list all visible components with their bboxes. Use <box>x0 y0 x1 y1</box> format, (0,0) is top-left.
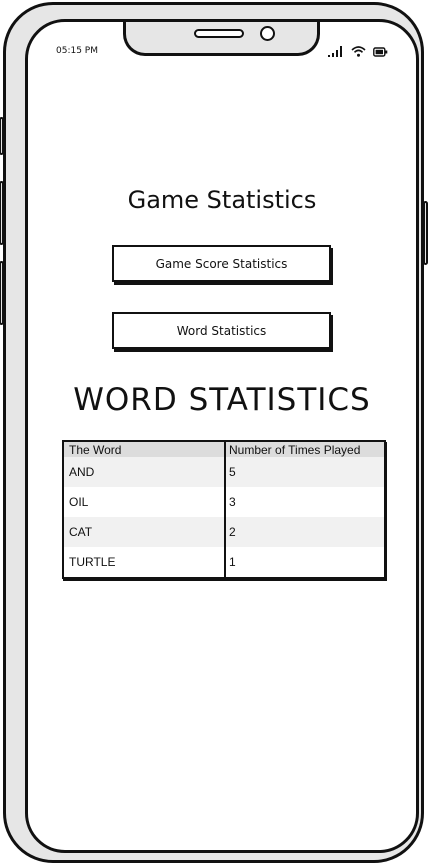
notch <box>123 22 320 56</box>
word-cell: OIL <box>64 487 226 517</box>
word-cell: TURTLE <box>64 547 226 577</box>
power-button <box>423 201 428 265</box>
volume-down-button <box>0 181 4 245</box>
times-played-cell: 3 <box>229 495 236 509</box>
speaker-grille <box>194 29 244 38</box>
column-header-word: The Word <box>64 442 226 457</box>
camera-icon <box>260 26 275 41</box>
wifi-icon <box>351 46 366 57</box>
column-header-times-played: Number of Times Played <box>229 442 361 457</box>
word-statistics-button[interactable]: Word Statistics <box>112 312 331 349</box>
word-statistics-table: The Word Number of Times Played AND 5 OI… <box>62 440 386 579</box>
times-played-cell: 5 <box>229 465 236 479</box>
table-row: AND 5 <box>64 457 384 487</box>
status-icons <box>328 45 388 57</box>
section-heading: WORD STATISTICS <box>73 382 371 418</box>
screen: 05:15 PM Game Statistics Game Score Stat… <box>25 19 419 853</box>
table-row: TURTLE 1 <box>64 547 384 577</box>
table-header-row: The Word Number of Times Played <box>64 442 384 457</box>
table-row: OIL 3 <box>64 487 384 517</box>
battery-icon <box>373 47 388 57</box>
volume-up-button <box>0 117 4 155</box>
mute-switch <box>0 261 4 325</box>
table-row: CAT 2 <box>64 517 384 547</box>
game-score-statistics-button[interactable]: Game Score Statistics <box>112 245 331 282</box>
times-played-cell: 1 <box>229 555 236 569</box>
times-played-cell: 2 <box>229 525 236 539</box>
word-cell: CAT <box>64 517 226 547</box>
signal-icon <box>328 46 342 57</box>
phone-frame: 05:15 PM Game Statistics Game Score Stat… <box>0 2 428 863</box>
status-time: 05:15 PM <box>56 46 98 56</box>
word-cell: AND <box>64 457 226 487</box>
page-title: Game Statistics <box>127 186 317 214</box>
